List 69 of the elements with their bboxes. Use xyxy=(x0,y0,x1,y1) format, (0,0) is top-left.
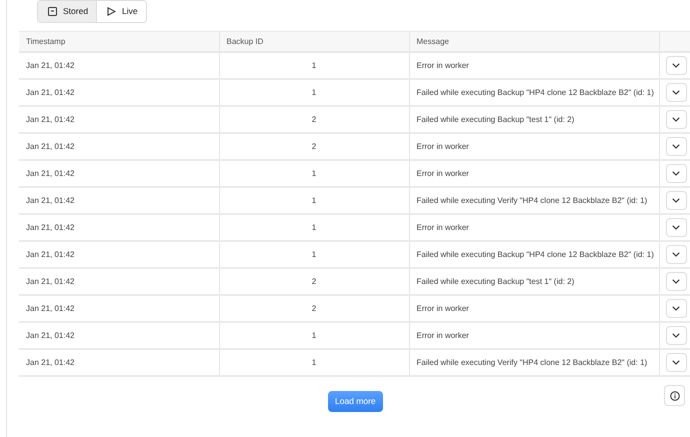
message-cell: Error in worker xyxy=(416,169,469,178)
timestamp-cell: Jan 21, 01:42 xyxy=(26,196,74,205)
chevron-down-icon xyxy=(672,117,680,122)
timestamp-cell: Jan 21, 01:42 xyxy=(26,169,74,178)
expand-button[interactable] xyxy=(666,245,686,264)
backup-id-cell: 2 xyxy=(312,304,316,313)
timestamp-cell: Jan 21, 01:42 xyxy=(26,358,74,367)
backup-id-cell: 1 xyxy=(312,250,316,259)
expand-button[interactable] xyxy=(666,326,686,345)
timestamp-cell: Jan 21, 01:42 xyxy=(26,304,74,313)
backup-id-cell: 1 xyxy=(312,61,316,70)
expand-button[interactable] xyxy=(666,110,686,129)
backup-id-cell: 1 xyxy=(312,358,316,367)
timestamp-cell: Jan 21, 01:42 xyxy=(26,277,74,286)
backup-id-cell: 1 xyxy=(312,196,316,205)
chevron-down-icon xyxy=(672,225,680,230)
view-tab[interactable]: Stored xyxy=(38,1,96,22)
info-icon xyxy=(670,390,680,400)
message-cell: Failed while executing Verify "HP4 clone 12 Backblaze B2" (id: 1) xyxy=(416,196,648,205)
backup-id-cell: 2 xyxy=(312,115,316,124)
chevron-down-icon xyxy=(672,198,680,203)
backup-id-cell: 2 xyxy=(312,277,316,286)
expand-button[interactable] xyxy=(666,83,686,102)
chevron-down-icon xyxy=(672,279,680,284)
expand-button[interactable] xyxy=(666,353,686,372)
view-tab[interactable]: Live xyxy=(96,1,146,22)
timestamp-cell: Jan 21, 01:42 xyxy=(26,250,74,259)
expand-button[interactable] xyxy=(666,191,686,210)
box-icon xyxy=(48,6,57,16)
message-cell: Error in worker xyxy=(416,331,469,340)
expand-button[interactable] xyxy=(666,137,686,156)
expand-button[interactable] xyxy=(666,299,686,318)
chevron-down-icon xyxy=(672,144,680,149)
message-cell: Failed while executing Backup "HP4 clone 12 Backblaze B2" (id: 1) xyxy=(416,250,654,259)
message-cell: Error in worker xyxy=(416,304,469,313)
chevron-down-icon xyxy=(672,333,680,338)
message-cell: Failed while executing Verify "HP4 clone 12 Backblaze B2" (id: 1) xyxy=(416,358,648,367)
message-cell: Error in worker xyxy=(416,223,469,232)
expand-button[interactable] xyxy=(666,272,686,291)
chevron-down-icon xyxy=(672,63,680,68)
column-header: Backup ID xyxy=(226,37,264,46)
backup-id-cell: 1 xyxy=(312,331,316,340)
chevron-down-icon xyxy=(672,90,680,95)
expand-button[interactable] xyxy=(666,164,686,183)
expand-button[interactable] xyxy=(666,56,686,75)
timestamp-cell: Jan 21, 01:42 xyxy=(26,142,74,151)
message-cell: Error in worker xyxy=(416,142,469,151)
expand-button[interactable] xyxy=(666,218,686,237)
backup-id-cell: 1 xyxy=(312,223,316,232)
timestamp-cell: Jan 21, 01:42 xyxy=(26,223,74,232)
play-icon xyxy=(107,6,116,16)
chevron-down-icon xyxy=(672,360,680,365)
column-header: Timestamp xyxy=(26,37,66,46)
backup-id-cell: 2 xyxy=(312,142,316,151)
chevron-down-icon xyxy=(672,306,680,311)
chevron-down-icon xyxy=(672,171,680,176)
message-cell: Failed while executing Backup "test 1" (id: 2) xyxy=(416,277,574,286)
chevron-down-icon xyxy=(672,252,680,257)
timestamp-cell: Jan 21, 01:42 xyxy=(26,88,74,97)
timestamp-cell: Jan 21, 01:42 xyxy=(26,115,74,124)
backup-id-cell: 1 xyxy=(312,88,316,97)
message-cell: Failed while executing Backup "test 1" (id: 2) xyxy=(416,115,574,124)
column-header: Message xyxy=(416,37,449,46)
info-button[interactable] xyxy=(664,385,685,406)
message-cell: Failed while executing Backup "HP4 clone 12 Backblaze B2" (id: 1) xyxy=(416,88,654,97)
timestamp-cell: Jan 21, 01:42 xyxy=(26,61,74,70)
message-cell: Error in worker xyxy=(416,61,469,70)
timestamp-cell: Jan 21, 01:42 xyxy=(26,331,74,340)
backup-id-cell: 1 xyxy=(312,169,316,178)
